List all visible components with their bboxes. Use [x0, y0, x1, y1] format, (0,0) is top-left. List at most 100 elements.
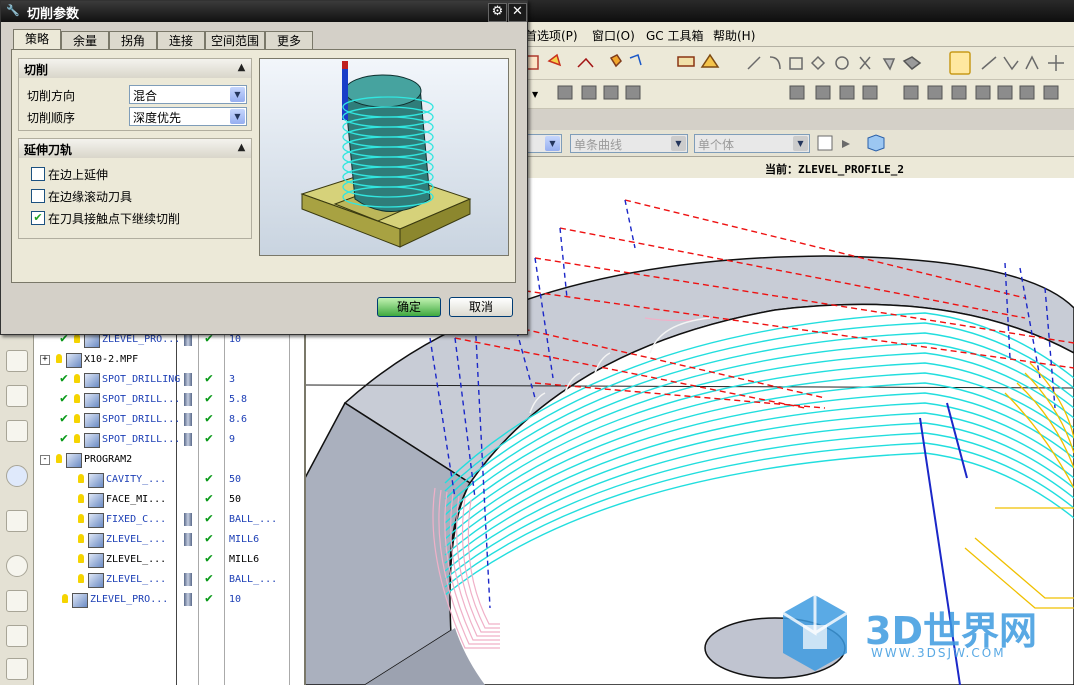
operation-icon	[84, 413, 100, 428]
path-ok-check-icon: ✔	[205, 431, 213, 446]
cut-direction-label: 切削方向	[27, 89, 76, 103]
expand-icon[interactable]: +	[40, 355, 50, 365]
operation-name: ZLEVEL_PRO...	[90, 594, 169, 605]
tab-more[interactable]: 更多	[265, 31, 313, 50]
info-icon[interactable]	[6, 465, 28, 487]
cut-direction-value: 混合	[133, 89, 158, 103]
menu-gc-toolbox[interactable]: GC 工具箱	[646, 27, 704, 44]
toolpath-icon	[184, 593, 192, 606]
program-bulb-icon	[74, 334, 80, 343]
toolbar2-icon-14	[1019, 85, 1035, 100]
path-ok-check-icon: ✔	[205, 491, 213, 506]
toolpath-icon	[184, 533, 192, 546]
toolbar2-icon-9	[903, 85, 919, 100]
collapse-icon[interactable]: -	[40, 455, 50, 465]
clock-icon[interactable]	[6, 555, 28, 577]
navigator-row[interactable]: ZLEVEL_... ✔ MILL6	[34, 550, 302, 570]
part-navigator-icon[interactable]	[6, 420, 28, 442]
extend-path-group-body: 在边上延伸 在边缘滚动刀具 ✔ 在刀具接触点下继续切削	[18, 158, 252, 239]
tab-stock[interactable]: 余量	[61, 31, 109, 50]
toolbar2-icon-6	[815, 85, 831, 100]
chevron-up-icon[interactable]: ▲	[234, 60, 249, 75]
chevron-down-icon: ▼	[793, 136, 808, 151]
navigator-row[interactable]: + X10-2.MPF	[34, 350, 302, 370]
toolbar-icon-13	[859, 56, 871, 70]
program-bulb-icon	[78, 474, 84, 483]
ok-button[interactable]: 确定	[377, 297, 441, 317]
menu-preferences[interactable]: 首选项(P)	[525, 27, 578, 44]
navigator-row[interactable]: ZLEVEL_PRO... ✔ 10	[34, 590, 302, 610]
constraint-navigator-icon[interactable]	[6, 385, 28, 407]
toolpath-icon	[184, 433, 192, 446]
toolbar2-icon-13	[997, 85, 1013, 100]
extend-at-edges-checkbox[interactable]	[31, 167, 45, 181]
cut-group-header[interactable]: 切削 ▲	[18, 58, 252, 79]
operation-name: CAVITY_...	[106, 474, 167, 485]
settings-gear-icon[interactable]: ⚙	[488, 3, 507, 22]
tab-containment[interactable]: 空间范围	[205, 31, 265, 50]
path-ok-check-icon: ✔	[205, 531, 213, 546]
toolbar2-icon-10	[927, 85, 943, 100]
navigator-row[interactable]: - PROGRAM2	[34, 450, 302, 470]
navigator-row[interactable]: ✔ SPOT_DRILL... ✔ 5.8	[34, 390, 302, 410]
path-ok-check-icon: ✔	[205, 371, 213, 386]
program-bulb-icon	[78, 554, 84, 563]
close-icon[interactable]: ✕	[508, 3, 527, 22]
navigator-row[interactable]: FACE_MI... ✔ 50	[34, 490, 302, 510]
toolpath-icon	[184, 573, 192, 586]
navigator-row[interactable]: ZLEVEL_... ✔ BALL_...	[34, 570, 302, 590]
cut-direction-select[interactable]: 混合 ▼	[129, 85, 247, 104]
arrow-right-icon	[842, 140, 850, 148]
operation-name: SPOT_DRILLING	[102, 374, 181, 385]
cut-order-value: 深度优先	[133, 111, 182, 125]
assembly-navigator-icon[interactable]	[6, 350, 28, 372]
navigator-row[interactable]: ✔ SPOT_DRILL... ✔ 8.6	[34, 410, 302, 430]
menu-bar: 首选项(P) 窗口(O) GC 工具箱 帮助(H)	[520, 22, 1074, 47]
document-icon[interactable]	[6, 510, 28, 532]
status-check-icon: ✔	[60, 431, 68, 446]
palette-icon[interactable]	[6, 625, 28, 647]
toolbar-icon-4	[609, 54, 622, 68]
toolbar-icon-8	[747, 56, 761, 70]
menu-help[interactable]: 帮助(H)	[713, 27, 755, 44]
strategy-preview-image	[259, 58, 509, 256]
toolbar-icon-2	[547, 53, 562, 67]
program-bulb-icon	[78, 494, 84, 503]
continue-cut-below-contact-checkbox[interactable]: ✔	[31, 211, 45, 225]
list-icon[interactable]	[6, 590, 28, 612]
operation-name: SPOT_DRILL...	[102, 434, 181, 445]
filter-dropdown-2[interactable]: 单条曲线 ▼	[570, 134, 688, 153]
navigator-row[interactable]: ✔ SPOT_DRILLING ✔ 3	[34, 370, 302, 390]
navigator-row[interactable]: ✔ SPOT_DRILL... ✔ 9	[34, 430, 302, 450]
operation-name: SPOT_DRILL...	[102, 414, 181, 425]
toolbar2-icon-15	[1043, 85, 1059, 100]
roles-icon[interactable]	[6, 658, 28, 680]
operation-name: SPOT_DRILL...	[102, 394, 181, 405]
toolbar-icon-3	[577, 57, 594, 68]
tab-strategy[interactable]: 策略	[13, 29, 61, 51]
cut-order-select[interactable]: 深度优先 ▼	[129, 107, 247, 126]
path-ok-check-icon: ✔	[205, 551, 213, 566]
extend-path-group-header[interactable]: 延伸刀轨 ▲	[18, 138, 252, 159]
cancel-button[interactable]: 取消	[449, 297, 513, 317]
filter-dropdown-3[interactable]: 单个体 ▼	[694, 134, 810, 153]
operation-name: FACE_MI...	[106, 494, 167, 505]
navigator-row[interactable]: FIXED_C... ✔ BALL_...	[34, 510, 302, 530]
tool-value: 50	[229, 474, 242, 485]
toolbar2-icon-1	[557, 85, 573, 100]
navigator-row[interactable]: CAVITY_... ✔ 50	[34, 470, 302, 490]
cut-group-title: 切削	[24, 63, 49, 77]
navigator-row[interactable]: ZLEVEL_... ✔ MILL6	[34, 530, 302, 550]
menu-window[interactable]: 窗口(O)	[592, 27, 635, 44]
tab-corners[interactable]: 拐角	[109, 31, 157, 50]
continue-cut-below-contact-label: 在刀具接触点下继续切削	[48, 212, 181, 226]
toolbar-icon-17	[981, 56, 997, 70]
program-folder-icon	[66, 353, 82, 368]
status-check-icon: ✔	[60, 391, 68, 406]
extend-path-group-title: 延伸刀轨	[24, 143, 73, 157]
tab-connections[interactable]: 连接	[157, 31, 205, 50]
roll-tool-over-edges-checkbox[interactable]	[31, 189, 45, 203]
operation-name: PROGRAM2	[84, 454, 133, 465]
chevron-up-icon[interactable]: ▲	[234, 140, 249, 155]
program-bulb-icon	[56, 354, 62, 363]
